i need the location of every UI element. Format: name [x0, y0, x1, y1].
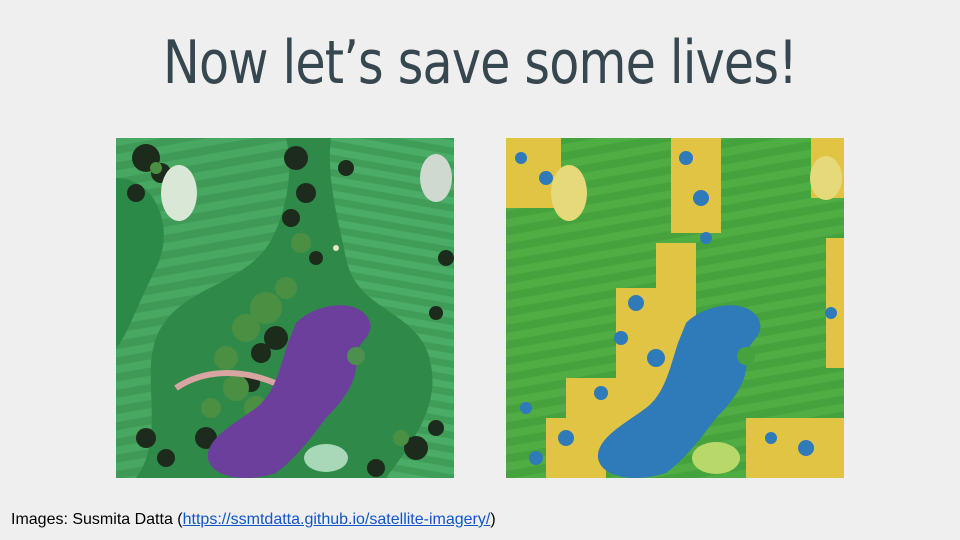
- satellite-image-segmented: [506, 138, 844, 478]
- slide-title: Now let’s save some lives!: [162, 28, 798, 98]
- caption-suffix: ): [490, 511, 496, 528]
- satellite-image-original: [116, 138, 454, 478]
- image-credit-caption: Images: Susmita Datta (https://ssmtdatta…: [11, 511, 496, 529]
- source-link[interactable]: https://ssmtdatta.github.io/satellite-im…: [183, 511, 491, 528]
- caption-prefix: Images: Susmita Datta (: [11, 511, 183, 528]
